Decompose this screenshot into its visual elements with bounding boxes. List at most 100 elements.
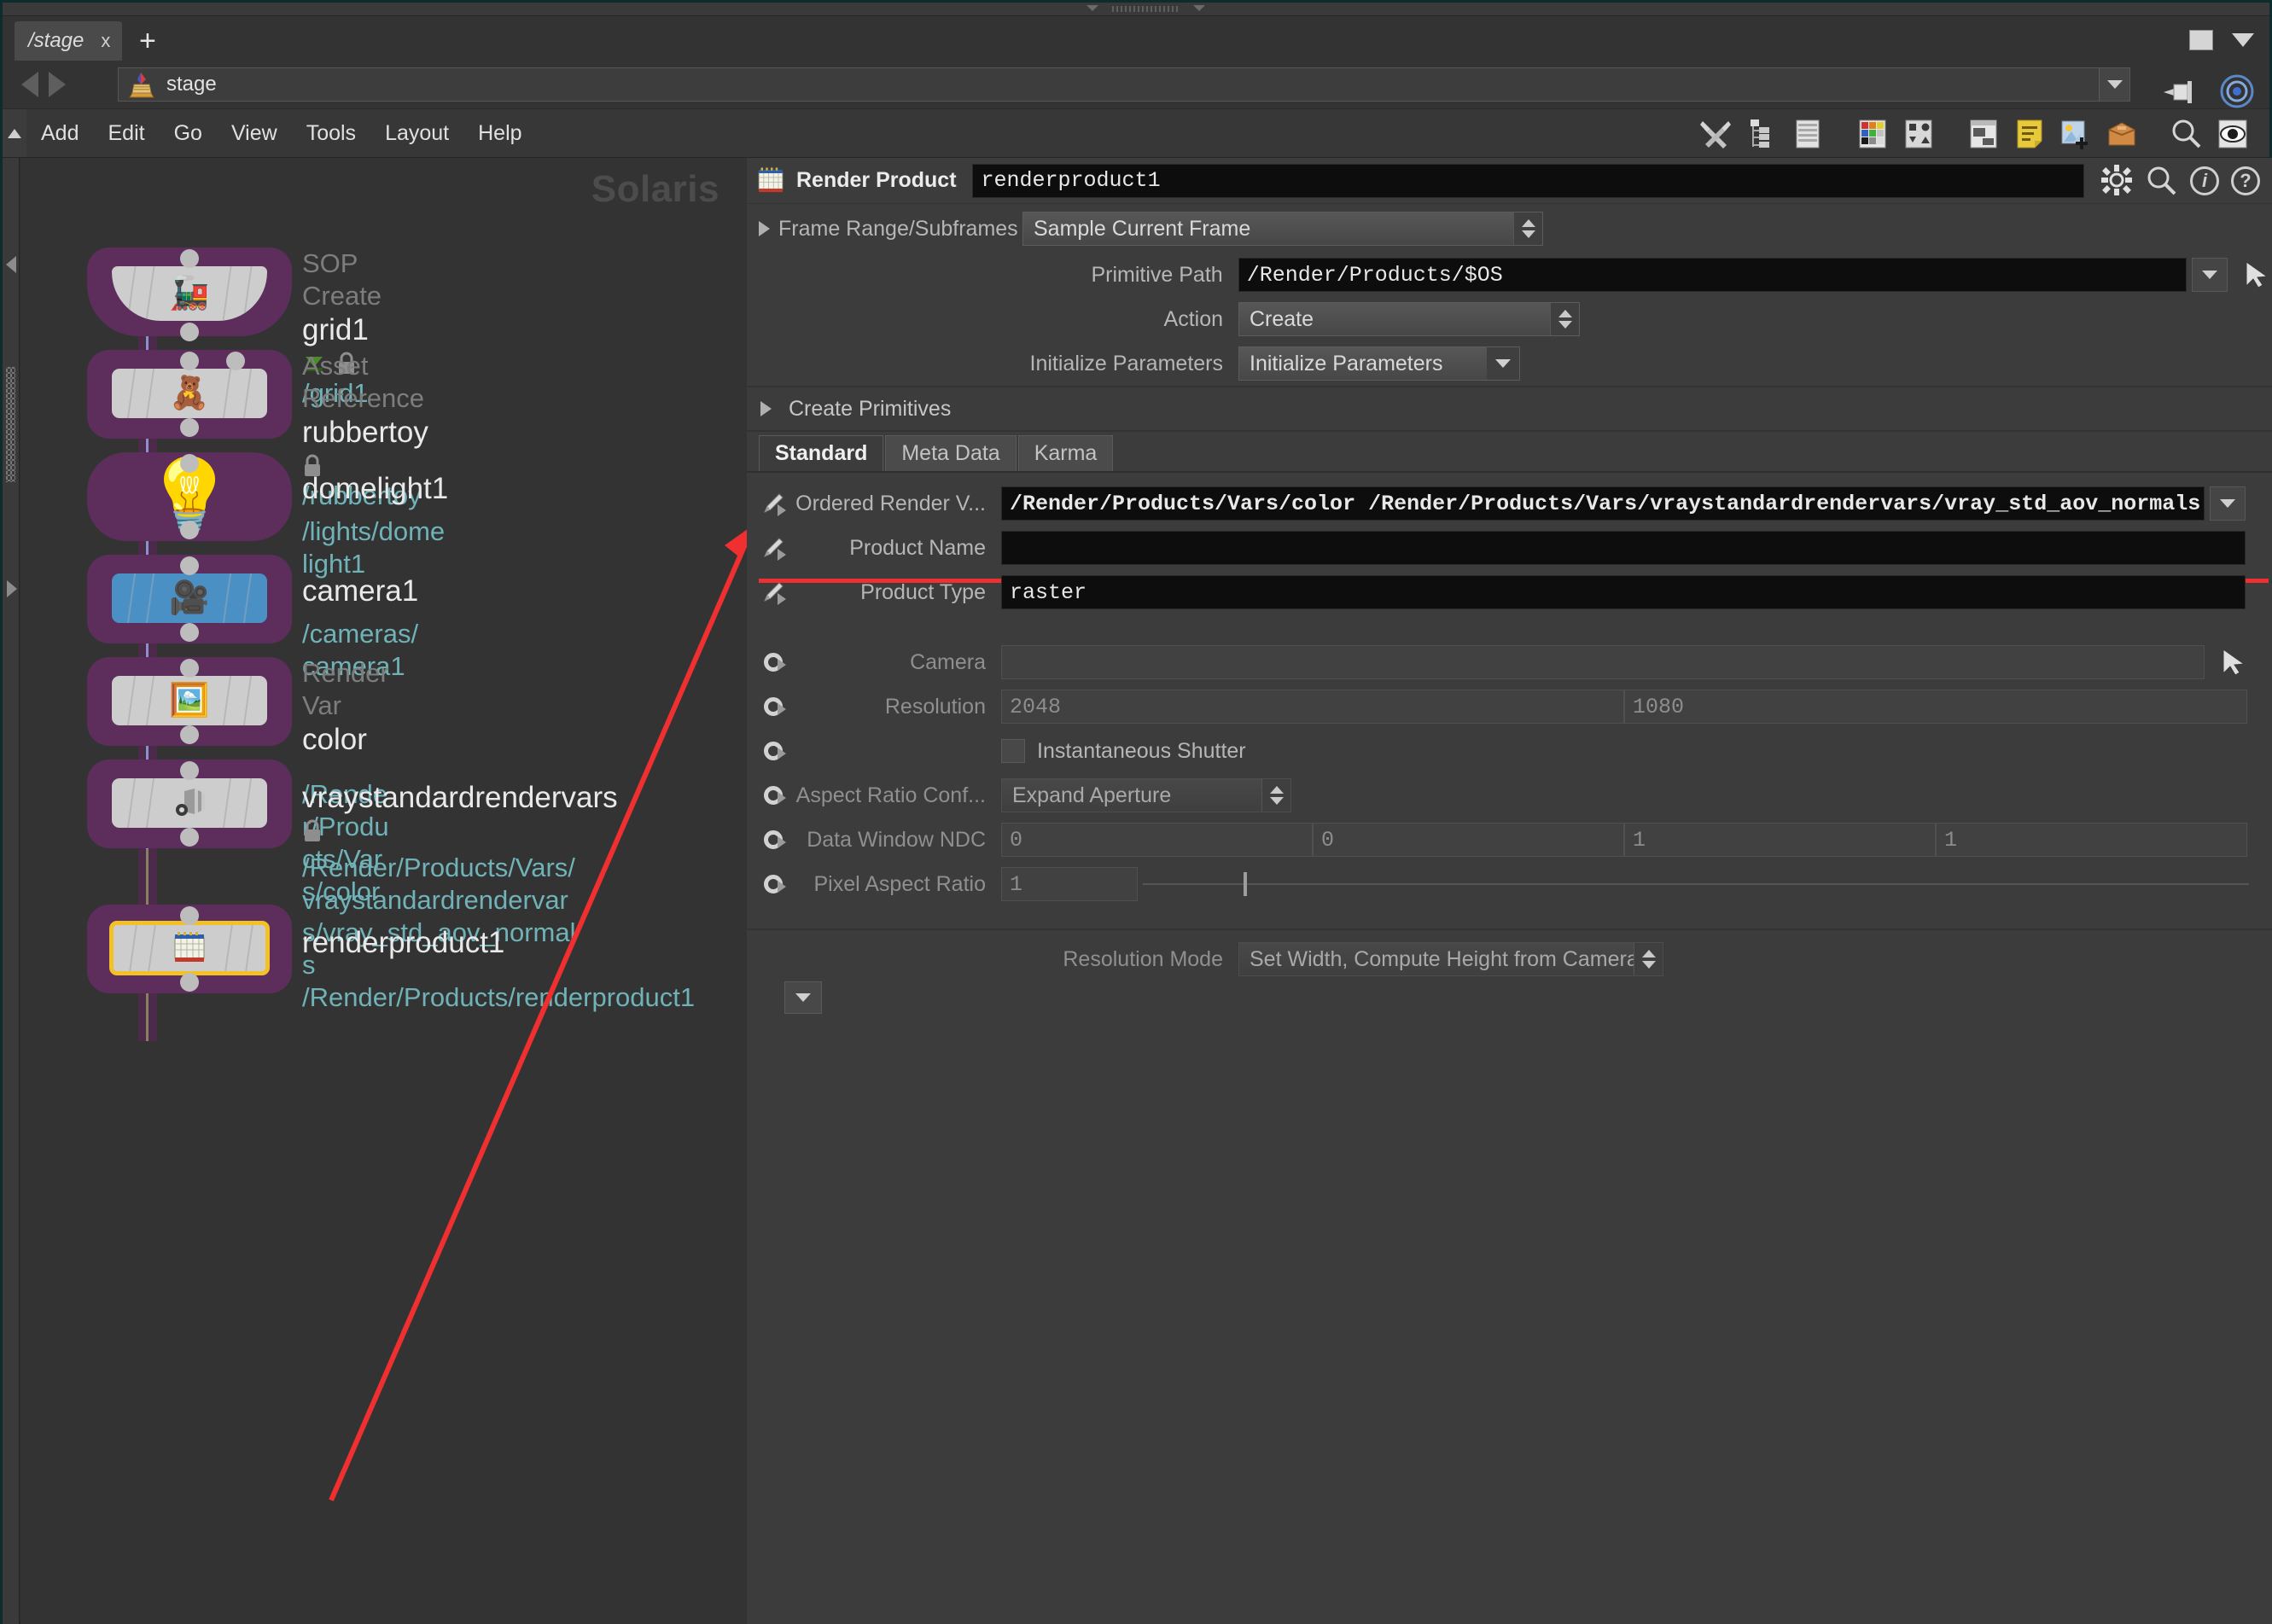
ring-icon[interactable] — [759, 697, 788, 716]
product-type-input[interactable]: raster — [1001, 575, 2246, 609]
primitive-path-dropdown-button[interactable] — [2192, 258, 2228, 292]
resolution-width-input[interactable]: 2048 — [1001, 690, 1624, 724]
data-window-ndc-w[interactable]: 1 — [1936, 823, 2247, 857]
ring-icon[interactable] — [759, 830, 788, 849]
expand-more-button[interactable] — [784, 981, 822, 1014]
row-create-primitives[interactable]: Create Primitives — [747, 387, 2272, 430]
tab-stage[interactable]: /stage x — [15, 21, 123, 61]
pen-icon[interactable] — [759, 490, 788, 517]
left-splitter[interactable] — [3, 158, 20, 1624]
node-card[interactable] — [109, 921, 270, 975]
triangle-right-icon[interactable] — [778, 792, 786, 804]
product-name-input[interactable] — [1001, 531, 2246, 565]
strip-tri-left-icon[interactable] — [1086, 5, 1098, 11]
pick-cursor-icon[interactable] — [2220, 646, 2249, 678]
chevron-right-icon[interactable] — [760, 401, 772, 416]
tab-karma[interactable]: Karma — [1017, 435, 1114, 471]
menu-scroll-up-button[interactable] — [3, 109, 26, 157]
camera-input[interactable] — [1001, 645, 2205, 679]
strip-grip[interactable] — [1112, 6, 1180, 12]
tab-standard[interactable]: Standard — [759, 435, 884, 471]
frame-range-combo[interactable]: Sample Current Frame — [1022, 212, 1543, 246]
chevron-right-icon[interactable] — [759, 221, 770, 236]
menu-item-edit[interactable]: Edit — [93, 121, 159, 146]
node-card[interactable]: 🖼️ — [112, 676, 267, 725]
node-input-dot-2[interactable] — [226, 352, 245, 370]
node-name-field[interactable]: renderproduct1 — [971, 163, 2084, 198]
menu-item-layout[interactable]: Layout — [370, 121, 463, 146]
search-icon[interactable] — [2164, 114, 2210, 154]
triangle-right-icon[interactable] — [778, 593, 786, 605]
notes-icon[interactable] — [2007, 114, 2053, 154]
path-dropdown-button[interactable] — [2099, 68, 2129, 101]
spinner[interactable] — [1513, 212, 1542, 245]
node-card[interactable]: 🧸 — [112, 369, 267, 418]
triangle-right-icon[interactable] — [778, 703, 786, 715]
node-input-dot[interactable] — [180, 761, 199, 780]
menu-item-add[interactable]: Add — [26, 121, 93, 146]
action-combo[interactable]: Create — [1238, 302, 1580, 336]
node-graph[interactable]: Solaris 🚂 SOP Create grid1 /grid1 🧸 Asse… — [20, 158, 747, 1624]
pen-icon[interactable] — [759, 579, 788, 606]
node-input-dot[interactable] — [180, 352, 199, 370]
resolution-mode-combo[interactable]: Set Width, Compute Height from Camera — [1238, 942, 1663, 976]
spinner[interactable] — [1634, 943, 1663, 975]
node-output-dot[interactable] — [180, 521, 199, 539]
add-tab-button[interactable]: + — [139, 26, 156, 55]
eye-icon[interactable] — [2210, 114, 2256, 154]
tree-icon[interactable] — [1739, 114, 1785, 154]
node-input-dot[interactable] — [180, 249, 199, 268]
triangle-right-icon[interactable] — [778, 659, 786, 671]
layout-grid-icon[interactable] — [1896, 114, 1942, 154]
menu-item-view[interactable]: View — [217, 121, 292, 146]
initialize-parameters-combo[interactable]: Initialize Parameters — [1238, 346, 1520, 381]
ring-icon[interactable] — [759, 875, 788, 893]
node-input-dot[interactable] — [180, 556, 199, 575]
ring-icon[interactable] — [759, 742, 788, 760]
panes-icon[interactable] — [1960, 114, 2007, 154]
chevron-down-button[interactable] — [1487, 347, 1519, 380]
package-icon[interactable] — [2099, 114, 2145, 154]
data-window-ndc-z[interactable]: 1 — [1624, 823, 1936, 857]
node-output-dot[interactable] — [180, 725, 199, 744]
search-icon[interactable] — [2146, 165, 2178, 197]
path-input[interactable]: stage — [118, 67, 2130, 102]
image-add-icon[interactable] — [2053, 114, 2099, 154]
spinner[interactable] — [1261, 779, 1290, 812]
window-menu-chevron-down-icon[interactable] — [2232, 33, 2254, 47]
splitter-collapse-icon[interactable] — [6, 256, 16, 273]
menu-item-tools[interactable]: Tools — [292, 121, 370, 146]
tab-close-icon[interactable]: x — [101, 30, 110, 52]
forward-arrow-icon[interactable] — [49, 72, 66, 97]
strip-tri-right-icon[interactable] — [1193, 5, 1205, 11]
lock-icon[interactable] — [302, 819, 323, 843]
back-arrow-icon[interactable] — [21, 72, 38, 97]
pin-icon[interactable] — [2162, 79, 2198, 109]
node-card[interactable]: 🚂 — [112, 266, 267, 321]
pixel-aspect-ratio-input[interactable]: 1 — [1001, 867, 1138, 901]
primitive-path-input[interactable]: /Render/Products/$OS — [1238, 258, 2188, 292]
spinner[interactable] — [1550, 303, 1579, 335]
triangle-right-icon[interactable] — [778, 836, 786, 848]
resolution-height-input[interactable]: 1080 — [1624, 690, 2247, 724]
node-input-dot[interactable] — [180, 454, 199, 473]
menu-item-go[interactable]: Go — [160, 121, 217, 146]
triangle-right-icon[interactable] — [778, 549, 786, 561]
pen-icon[interactable] — [759, 534, 788, 562]
triangle-right-icon[interactable] — [778, 748, 786, 760]
gear-icon[interactable] — [2100, 164, 2134, 198]
ordered-render-vars-input[interactable]: /Render/Products/Vars/color /Render/Prod… — [1001, 486, 2205, 521]
data-window-ndc-x[interactable]: 0 — [1001, 823, 1313, 857]
ring-icon[interactable] — [759, 786, 788, 805]
target-icon[interactable] — [2220, 74, 2254, 113]
list-icon[interactable] — [1785, 114, 1831, 154]
pick-cursor-icon[interactable] — [2243, 259, 2272, 291]
node-output-dot[interactable] — [180, 828, 199, 847]
node-card[interactable]: 🎥 — [112, 573, 267, 623]
node-output-dot[interactable] — [180, 418, 199, 437]
node-output-dot[interactable] — [180, 623, 199, 642]
node-card[interactable] — [112, 778, 267, 828]
triangle-right-icon[interactable] — [778, 881, 786, 893]
triangle-right-icon[interactable] — [778, 504, 786, 516]
node-output-dot[interactable] — [180, 973, 199, 992]
